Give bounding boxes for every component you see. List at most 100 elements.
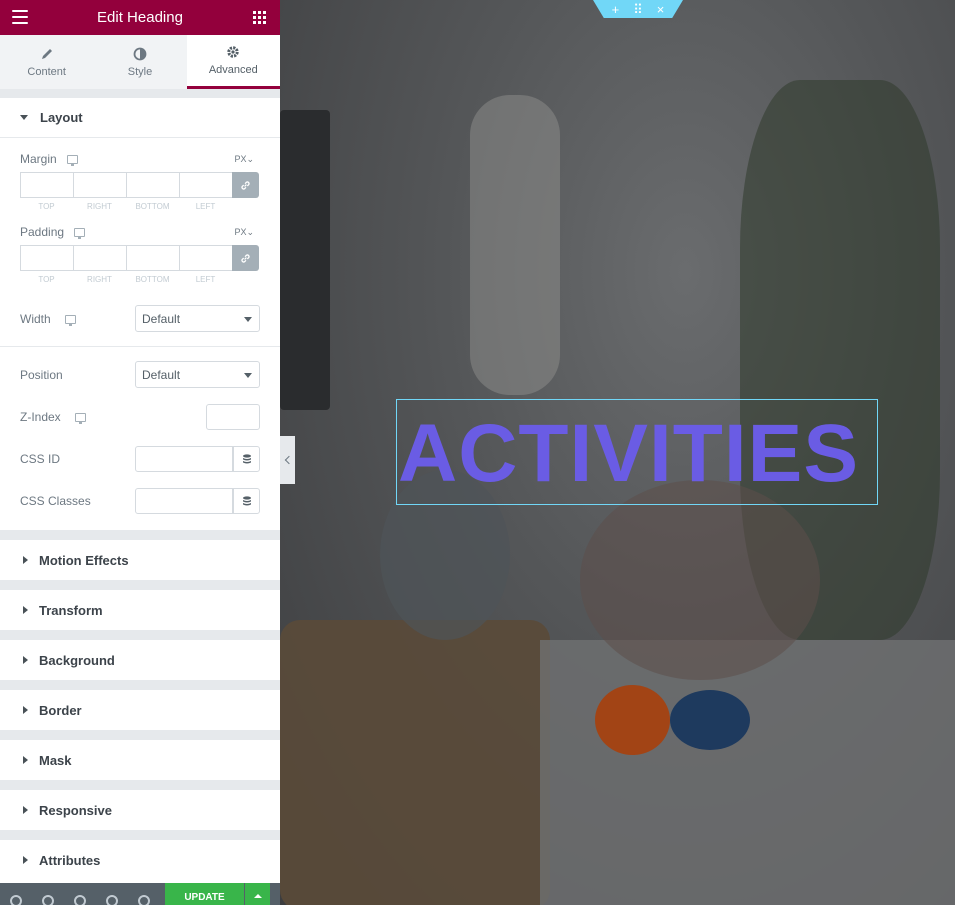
desktop-icon[interactable] bbox=[74, 412, 86, 424]
css-classes-input[interactable] bbox=[135, 488, 233, 514]
padding-bottom-input[interactable] bbox=[126, 245, 179, 271]
settings-icon[interactable] bbox=[10, 895, 22, 905]
zindex-control: Z-Index bbox=[0, 404, 280, 430]
desktop-icon[interactable] bbox=[66, 154, 78, 166]
caret-right-icon bbox=[23, 606, 28, 614]
section-handle: + ⠿ × bbox=[593, 0, 683, 18]
css-classes-label: CSS Classes bbox=[20, 494, 91, 508]
link-values-button[interactable] bbox=[232, 245, 259, 271]
margin-left-label: LEFT bbox=[195, 202, 216, 211]
position-label: Position bbox=[20, 368, 63, 382]
section-layout-header[interactable]: Layout bbox=[0, 98, 280, 138]
divider bbox=[0, 630, 280, 640]
widgets-grid-icon[interactable] bbox=[253, 11, 266, 24]
position-control: Position Default bbox=[0, 361, 280, 389]
panel-tabs: Content Style Advanced bbox=[0, 35, 280, 90]
margin-top-label: TOP bbox=[38, 202, 55, 211]
divider bbox=[0, 90, 280, 98]
width-label: Width bbox=[20, 312, 51, 326]
padding-top-input[interactable] bbox=[20, 245, 73, 271]
background-photo bbox=[540, 640, 955, 905]
caret-right-icon bbox=[23, 856, 28, 864]
section-border[interactable]: Border bbox=[0, 690, 280, 730]
add-section-icon[interactable]: + bbox=[612, 3, 620, 16]
caret-right-icon bbox=[23, 806, 28, 814]
section-responsive[interactable]: Responsive bbox=[0, 790, 280, 830]
chevron-left-icon bbox=[284, 455, 294, 465]
margin-top-input[interactable] bbox=[20, 172, 73, 198]
padding-left-label: LEFT bbox=[195, 275, 216, 284]
margin-right-label: RIGHT bbox=[87, 202, 112, 211]
zindex-input[interactable] bbox=[206, 404, 260, 430]
caret-right-icon bbox=[23, 656, 28, 664]
link-icon bbox=[241, 180, 250, 190]
position-select[interactable]: Default bbox=[135, 361, 260, 388]
save-options-button[interactable] bbox=[245, 883, 270, 905]
panel-header: Edit Heading bbox=[0, 0, 280, 35]
editor-panel: Edit Heading Content Style Advanced Layo… bbox=[0, 0, 280, 905]
caret-down-icon bbox=[20, 115, 28, 120]
section-mask[interactable]: Mask bbox=[0, 740, 280, 780]
menu-icon[interactable] bbox=[12, 10, 28, 24]
hide-panel-button[interactable] bbox=[280, 436, 295, 484]
section-title: Attributes bbox=[39, 852, 101, 868]
drag-handle-icon[interactable]: ⠿ bbox=[633, 3, 643, 16]
padding-top-label: TOP bbox=[38, 275, 55, 284]
panel-title: Edit Heading bbox=[97, 9, 183, 26]
margin-bottom-label: BOTTOM bbox=[135, 202, 170, 211]
section-title: Transform bbox=[39, 602, 103, 618]
chevron-down-icon bbox=[244, 317, 252, 322]
update-button[interactable]: UPDATE bbox=[165, 883, 244, 905]
contrast-icon bbox=[133, 47, 147, 60]
dynamic-tags-button[interactable] bbox=[233, 488, 260, 514]
caret-right-icon bbox=[23, 756, 28, 764]
heading-widget-text[interactable]: ACTIVITIES bbox=[398, 408, 859, 500]
responsive-mode-icon[interactable] bbox=[106, 895, 118, 905]
tab-style[interactable]: Style bbox=[93, 35, 187, 89]
database-icon bbox=[242, 495, 251, 505]
tab-advanced[interactable]: Advanced bbox=[186, 35, 280, 89]
padding-unit-select[interactable]: PX⌄ bbox=[234, 227, 254, 238]
caret-right-icon bbox=[23, 556, 28, 564]
section-transform[interactable]: Transform bbox=[0, 590, 280, 630]
preview-eye-icon[interactable] bbox=[138, 895, 150, 905]
background-photo bbox=[470, 95, 560, 395]
navigator-icon[interactable] bbox=[42, 895, 54, 905]
history-icon[interactable] bbox=[74, 895, 86, 905]
css-classes-control: CSS Classes bbox=[0, 488, 280, 514]
section-title: Border bbox=[39, 702, 82, 718]
margin-right-input[interactable] bbox=[73, 172, 126, 198]
padding-right-label: RIGHT bbox=[87, 275, 112, 284]
css-id-input[interactable] bbox=[135, 446, 233, 472]
gear-icon bbox=[227, 46, 240, 58]
desktop-icon[interactable] bbox=[74, 227, 86, 239]
section-attributes[interactable]: Attributes bbox=[0, 840, 280, 880]
width-select[interactable]: Default bbox=[135, 305, 260, 332]
database-icon bbox=[242, 453, 251, 463]
width-value: Default bbox=[142, 311, 181, 326]
link-values-button[interactable] bbox=[232, 172, 259, 198]
section-title: Mask bbox=[39, 752, 72, 768]
margin-unit-select[interactable]: PX⌄ bbox=[234, 154, 254, 165]
tab-content[interactable]: Content bbox=[0, 35, 94, 89]
zindex-label: Z-Index bbox=[20, 410, 61, 424]
margin-unit: PX bbox=[234, 153, 247, 164]
pencil-icon bbox=[41, 48, 52, 59]
margin-left-input[interactable] bbox=[179, 172, 232, 198]
desktop-icon[interactable] bbox=[64, 314, 76, 326]
divider bbox=[0, 830, 280, 840]
section-layout-title: Layout bbox=[40, 110, 83, 125]
dynamic-tags-button[interactable] bbox=[233, 446, 260, 472]
section-background[interactable]: Background bbox=[0, 640, 280, 680]
section-motion-effects[interactable]: Motion Effects bbox=[0, 540, 280, 580]
position-value: Default bbox=[142, 367, 181, 382]
margin-bottom-input[interactable] bbox=[126, 172, 179, 198]
padding-left-input[interactable] bbox=[179, 245, 232, 271]
close-icon[interactable]: × bbox=[657, 3, 665, 16]
divider bbox=[0, 580, 280, 590]
padding-right-input[interactable] bbox=[73, 245, 126, 271]
section-title: Background bbox=[39, 652, 115, 668]
link-icon bbox=[241, 253, 250, 263]
panel-footer: UPDATE bbox=[0, 883, 280, 905]
